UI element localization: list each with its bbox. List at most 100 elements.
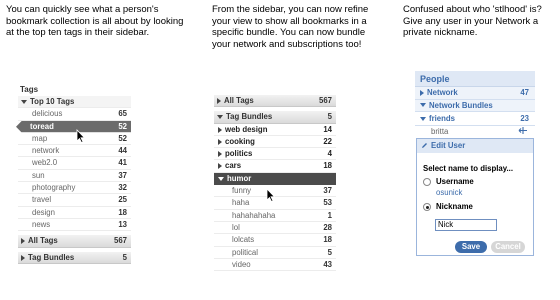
humor-tag-row[interactable]: lolcats 18 (214, 234, 336, 247)
humor-tag-row-count: 53 (323, 198, 332, 208)
tag-row-label: delicious (32, 109, 63, 119)
humor-bundle-label: humor (227, 173, 252, 183)
pencil-icon (422, 143, 427, 148)
all-tags-header[interactable]: All Tags 567 (214, 95, 336, 108)
tag-row[interactable]: sun 37 (18, 170, 131, 183)
tags-sidebar: Tags Top 10 Tags delicious 65 toread 52 map 5… (16, 83, 131, 264)
collapse-triangle-icon (420, 116, 426, 121)
cancel-button[interactable]: Cancel (491, 241, 525, 253)
expand-triangle-icon (217, 97, 221, 104)
bundle-row-humor[interactable]: humor (214, 172, 336, 186)
collapse-triangle-icon (218, 176, 224, 181)
expand-triangle-icon (218, 138, 222, 145)
bundle-row-label: cooking (225, 136, 255, 146)
tag-row-label: toread (30, 121, 54, 131)
people-title: People (415, 71, 535, 87)
friends-label: friends (429, 114, 455, 123)
bundle-row-count: 4 (327, 149, 332, 159)
tag-row-label: design (32, 207, 55, 217)
tag-row[interactable]: map 52 (18, 133, 131, 146)
humor-tag-row-label: hahahahaha (232, 210, 276, 220)
humor-tag-row[interactable]: lol 28 (214, 222, 336, 235)
tag-row[interactable]: design 18 (18, 207, 131, 219)
bundle-row-label: cars (225, 161, 242, 171)
tag-row[interactable]: news 13 (18, 219, 131, 232)
edit-user-title: Edit User (431, 141, 466, 150)
network-row[interactable]: Network 47 (415, 87, 535, 100)
humor-tag-row-count: 1 (327, 210, 332, 220)
tag-row[interactable]: web2.0 41 (18, 157, 131, 170)
tags-title: Tags (20, 85, 39, 94)
collapse-triangle-icon (21, 99, 27, 104)
edit-user-action-icon[interactable] (518, 126, 528, 135)
tag-row[interactable]: network 44 (18, 145, 131, 158)
humor-tag-row-count: 18 (323, 235, 332, 245)
tag-row[interactable]: travel 25 (18, 194, 131, 207)
humor-tag-row-count: 37 (323, 186, 332, 196)
tag-row-count: 32 (118, 183, 127, 193)
humor-tag-row-label: political (232, 247, 259, 257)
tag-row-count: 18 (118, 207, 127, 217)
all-tags-count: 567 (113, 236, 127, 246)
tag-row-count: 41 (118, 158, 127, 168)
username-radio[interactable] (423, 178, 431, 186)
all-tags-header[interactable]: All Tags 567 (18, 235, 131, 248)
all-tags-label: All Tags (224, 96, 254, 105)
nickname-option-label: Nickname (436, 202, 473, 211)
humor-tag-row-label: lolcats (232, 235, 255, 245)
humor-tag-row-label: haha (232, 198, 250, 208)
network-bundles-label: Network Bundles (429, 100, 493, 110)
mouse-cursor-icon (266, 188, 276, 202)
top-ten-tags-header[interactable]: Top 10 Tags (18, 96, 131, 109)
tag-row-label: travel (32, 195, 52, 205)
tag-row-count: 44 (118, 146, 127, 156)
user-row-britta[interactable]: britta (415, 126, 535, 137)
expand-triangle-icon (218, 126, 222, 133)
friends-row[interactable]: friends 23 (415, 112, 535, 126)
all-tags-label: All Tags (28, 236, 58, 246)
humor-tag-row[interactable]: political 5 (214, 247, 336, 259)
username-value: osunick (436, 188, 463, 197)
humor-tag-row[interactable]: video 43 (214, 259, 336, 272)
tag-row-count: 25 (118, 195, 127, 205)
edit-user-header: Edit User (417, 139, 533, 153)
caption-top-tags: You can quickly see what a person's book… (6, 4, 184, 38)
tag-row-label: map (32, 133, 48, 143)
bundle-row-label: politics (225, 149, 253, 159)
edit-user-dialog: Edit User Select name to display... User… (416, 138, 534, 256)
tag-row[interactable]: delicious 65 (18, 108, 131, 121)
nickname-radio[interactable] (423, 203, 431, 211)
humor-tag-row-label: funny (232, 186, 252, 196)
bundle-row-label: web design (225, 124, 268, 134)
tag-row-count: 13 (118, 219, 127, 229)
expand-triangle-icon (21, 238, 25, 245)
tag-bundles-header[interactable]: Tag Bundles 5 (18, 251, 131, 264)
humor-tag-row[interactable]: hahahahaha 1 (214, 210, 336, 222)
expand-triangle-icon (21, 254, 25, 261)
bundle-row[interactable]: web design 14 (214, 123, 336, 136)
friends-count: 23 (520, 114, 529, 123)
humor-tag-row-count: 43 (323, 259, 332, 269)
tag-row[interactable]: toread 52 (16, 120, 131, 133)
bundle-row[interactable]: cars 18 (214, 160, 336, 173)
tag-row-label: photography (32, 183, 76, 193)
caption-bundles: From the sidebar, you can now refine you… (212, 4, 369, 50)
mouse-cursor-icon (76, 129, 86, 143)
tag-row-label: sun (32, 170, 45, 180)
tag-bundles-label: Tag Bundles (28, 252, 75, 262)
humor-tag-row-count: 5 (327, 247, 332, 257)
save-button[interactable]: Save (455, 241, 487, 253)
network-count: 47 (520, 88, 529, 97)
nickname-input[interactable]: Nick (435, 219, 497, 231)
humor-tag-row-label: video (232, 259, 251, 269)
bundles-sidebar: All Tags 567 Tag Bundles 5 web design 14 c… (214, 95, 336, 272)
expand-triangle-icon (218, 163, 222, 170)
tag-bundles-header[interactable]: Tag Bundles 5 (214, 111, 336, 124)
bundle-row[interactable]: cooking 22 (214, 135, 336, 149)
tag-bundles-label: Tag Bundles (226, 112, 273, 122)
bundle-row[interactable]: politics 4 (214, 148, 336, 161)
network-bundles-row[interactable]: Network Bundles (415, 99, 535, 112)
tag-row-label: web2.0 (32, 158, 58, 168)
all-tags-count: 567 (318, 96, 332, 105)
tag-row[interactable]: photography 32 (18, 182, 131, 195)
